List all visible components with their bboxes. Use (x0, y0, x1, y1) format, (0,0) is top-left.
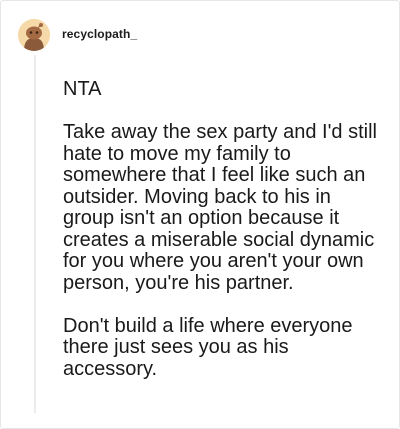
snoo-avatar-icon (18, 19, 50, 51)
avatar-icon[interactable] (18, 19, 50, 51)
thread-collapse-line[interactable] (34, 55, 36, 413)
comment-username[interactable]: recyclopath_ (62, 27, 137, 41)
comment-card: recyclopath_ NTA Take away the sex party… (0, 0, 400, 429)
comment-body: NTA Take away the sex party and I'd stil… (63, 78, 385, 402)
comment-paragraph: Take away the sex party and I'd still ha… (63, 121, 377, 294)
comment-paragraph: NTA (63, 78, 102, 100)
comment-paragraph: Don't build a life where everyone there … (63, 314, 353, 380)
